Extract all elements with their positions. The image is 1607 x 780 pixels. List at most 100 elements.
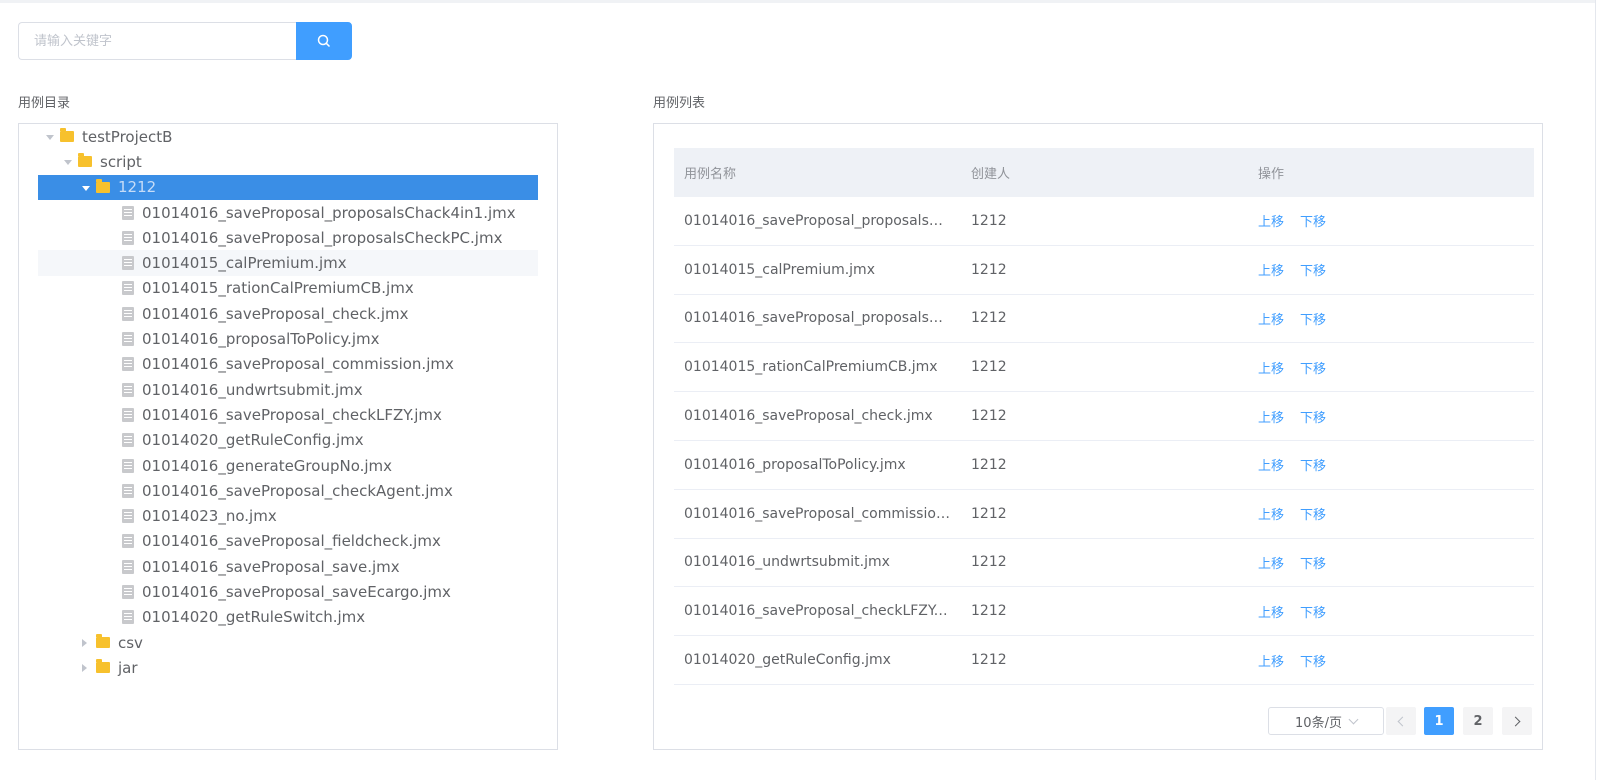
tree-node-file[interactable]: 01014015_rationCalPremiumCB.jmx xyxy=(38,276,538,301)
tree-node-label: 01014015_calPremium.jmx xyxy=(142,254,347,273)
move-down-link[interactable]: 下移 xyxy=(1300,602,1326,621)
tree-node-root[interactable]: testProjectB xyxy=(38,124,538,149)
tree-node-file[interactable]: 01014016_saveProposal_proposalsChack4in1… xyxy=(38,200,538,225)
tree-node-file[interactable]: 01014015_calPremium.jmx xyxy=(38,250,538,276)
creator-cell: 1212 xyxy=(971,554,1007,571)
table-row: 01014015_rationCalPremiumCB.jmx 1212 上移 下移 xyxy=(674,343,1534,393)
move-up-link[interactable]: 上移 xyxy=(1258,455,1284,474)
move-up-link[interactable]: 上移 xyxy=(1258,407,1284,426)
case-name-cell: 01014016_saveProposal_checkLFZY.jmx xyxy=(684,603,961,620)
move-down-link[interactable]: 下移 xyxy=(1300,504,1326,523)
top-border xyxy=(0,0,1607,3)
scrollbar-track[interactable] xyxy=(1595,0,1607,780)
tree-node-label: testProjectB xyxy=(82,127,173,146)
move-up-link[interactable]: 上移 xyxy=(1258,504,1284,523)
move-down-link[interactable]: 下移 xyxy=(1300,407,1326,426)
table-section-title: 用例列表 xyxy=(653,96,706,111)
tree-node-label: 01014015_rationCalPremiumCB.jmx xyxy=(142,279,414,298)
page-size-select[interactable]: 10条/页 xyxy=(1268,707,1384,735)
tree-node-file[interactable]: 01014016_proposalToPolicy.jmx xyxy=(38,326,538,351)
tree-node-script[interactable]: script xyxy=(38,149,538,174)
case-name-cell: 01014015_calPremium.jmx xyxy=(684,261,875,278)
tree-node-file[interactable]: 01014016_saveProposal_proposalsCheckPC.j… xyxy=(38,225,538,250)
tree-node-file[interactable]: 01014016_saveProposal_commission.jmx xyxy=(38,352,538,377)
caret-down-icon[interactable] xyxy=(82,185,90,191)
move-down-link[interactable]: 下移 xyxy=(1300,211,1326,230)
case-directory-tree: testProjectB script 1212 01014016_savePropo… xyxy=(18,123,558,750)
prev-page-button[interactable] xyxy=(1386,707,1416,735)
tree-section-title: 用例目录 xyxy=(18,96,71,111)
file-icon xyxy=(122,610,134,625)
chevron-left-icon xyxy=(1397,716,1408,726)
tree-node-label: 01014020_getRuleSwitch.jmx xyxy=(142,608,366,627)
search-button[interactable] xyxy=(296,22,352,60)
move-up-link[interactable]: 上移 xyxy=(1258,651,1284,670)
case-name-cell: 01014016_undwrtsubmit.jmx xyxy=(684,554,890,571)
page-button-1[interactable]: 1 xyxy=(1424,707,1454,735)
column-header-actions: 操作 xyxy=(1258,167,1285,182)
tree-node-file[interactable]: 01014016_saveProposal_checkLFZY.jmx xyxy=(38,402,538,427)
caret-down-icon[interactable] xyxy=(64,160,72,166)
tree-node-file[interactable]: 01014016_saveProposal_save.jmx xyxy=(38,554,538,579)
move-down-link[interactable]: 下移 xyxy=(1300,309,1326,328)
actions-cell: 上移 下移 xyxy=(1248,260,1534,279)
tree-node-file[interactable]: 01014016_undwrtsubmit.jmx xyxy=(38,377,538,402)
caret-down-icon[interactable] xyxy=(46,135,54,141)
move-down-link[interactable]: 下移 xyxy=(1300,260,1326,279)
move-down-link[interactable]: 下移 xyxy=(1300,358,1326,377)
tree-node-file[interactable]: 01014016_saveProposal_fieldcheck.jmx xyxy=(38,529,538,554)
file-icon xyxy=(122,332,134,347)
creator-cell: 1212 xyxy=(971,310,1007,327)
tree-node-label: 01014016_proposalToPolicy.jmx xyxy=(142,330,380,349)
move-up-link[interactable]: 上移 xyxy=(1258,553,1284,572)
table-row: 01014016_saveProposal_check.jmx 1212 上移 下移 xyxy=(674,392,1534,441)
table-row: 01014016_proposalToPolicy.jmx 1212 上移 下移 xyxy=(674,441,1534,490)
folder-icon xyxy=(96,178,110,193)
file-icon xyxy=(122,559,134,574)
column-header-name: 用例名称 xyxy=(684,167,737,182)
file-icon xyxy=(122,357,134,372)
actions-cell: 上移 下移 xyxy=(1248,553,1534,572)
move-up-link[interactable]: 上移 xyxy=(1258,211,1284,230)
chevron-down-icon xyxy=(1348,714,1359,724)
tree-node-file[interactable]: 01014016_saveProposal_checkAgent.jmx xyxy=(38,478,538,503)
tree-node-file[interactable]: 01014016_saveProposal_check.jmx xyxy=(38,301,538,326)
file-icon xyxy=(122,458,134,473)
table-row: 01014016_undwrtsubmit.jmx 1212 上移 下移 xyxy=(674,539,1534,588)
file-icon xyxy=(122,382,134,397)
creator-cell: 1212 xyxy=(971,652,1007,669)
tree-node-label: 01014016_saveProposal_proposalsCheckPC.j… xyxy=(142,228,503,247)
tree-node-label: 01014016_saveProposal_fieldcheck.jmx xyxy=(142,532,441,551)
tree-node-label: 01014016_saveProposal_proposalsChack4in1… xyxy=(142,203,516,222)
tree-node-folder[interactable]: csv xyxy=(38,630,538,655)
folder-icon xyxy=(60,128,74,143)
move-up-link[interactable]: 上移 xyxy=(1258,602,1284,621)
caret-right-icon[interactable] xyxy=(82,663,87,672)
file-icon xyxy=(122,256,134,271)
search-input[interactable] xyxy=(18,22,296,60)
next-page-button[interactable] xyxy=(1502,707,1532,735)
file-icon xyxy=(122,534,134,549)
search-icon xyxy=(317,34,331,48)
tree-node-label: 01014016_saveProposal_save.jmx xyxy=(142,557,400,576)
actions-cell: 上移 下移 xyxy=(1248,211,1534,230)
move-up-link[interactable]: 上移 xyxy=(1258,260,1284,279)
tree-node-folder[interactable]: jar xyxy=(38,655,538,680)
move-down-link[interactable]: 下移 xyxy=(1300,455,1326,474)
move-down-link[interactable]: 下移 xyxy=(1300,651,1326,670)
tree-node-file[interactable]: 01014020_getRuleConfig.jmx xyxy=(38,428,538,453)
move-up-link[interactable]: 上移 xyxy=(1258,358,1284,377)
caret-right-icon[interactable] xyxy=(82,638,87,647)
file-icon xyxy=(122,205,134,220)
tree-node-file[interactable]: 01014023_no.jmx xyxy=(38,503,538,528)
tree-node-file[interactable]: 01014016_saveProposal_saveEcargo.jmx xyxy=(38,579,538,604)
tree-node-file[interactable]: 01014020_getRuleSwitch.jmx xyxy=(38,605,538,630)
case-name-cell: 01014016_saveProposal_proposalsChe... xyxy=(684,310,961,327)
file-icon xyxy=(122,483,134,498)
move-up-link[interactable]: 上移 xyxy=(1258,309,1284,328)
tree-node-selected-folder[interactable]: 1212 xyxy=(38,174,538,200)
page-button-2[interactable]: 2 xyxy=(1463,707,1493,735)
move-down-link[interactable]: 下移 xyxy=(1300,553,1326,572)
tree-node-file[interactable]: 01014016_generateGroupNo.jmx xyxy=(38,453,538,478)
tree-node-label: 01014016_generateGroupNo.jmx xyxy=(142,456,393,475)
